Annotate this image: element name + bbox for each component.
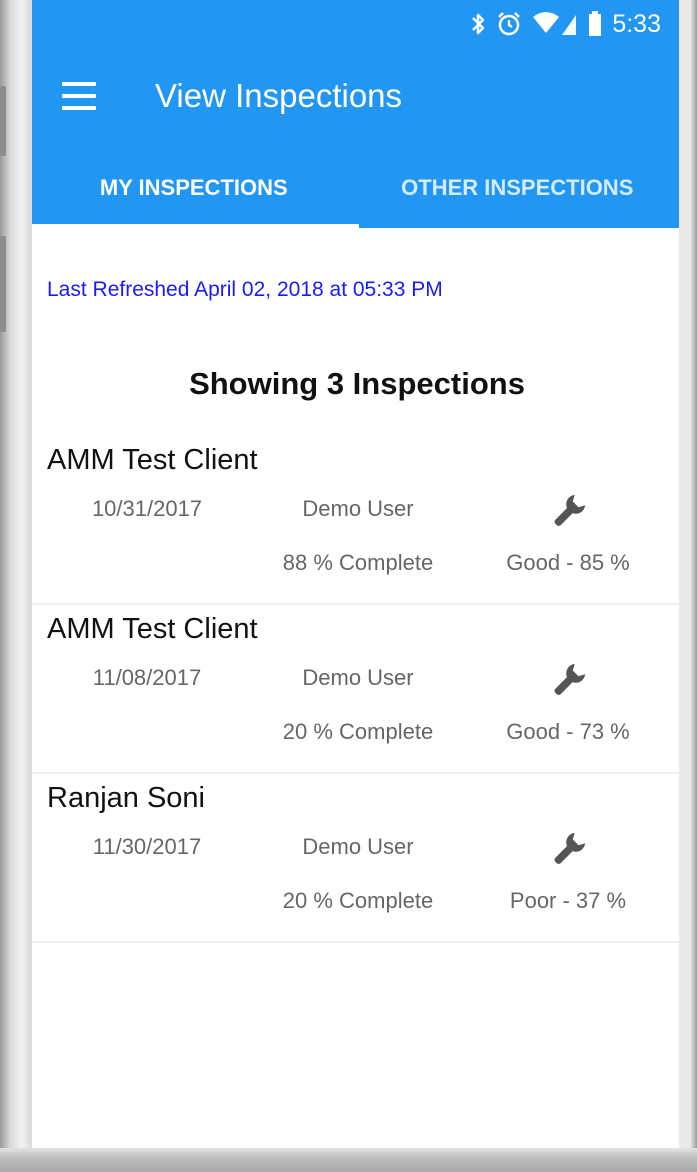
toolbar: View Inspections (32, 60, 679, 136)
inspections-count: Showing 3 Inspections (189, 366, 525, 401)
last-refreshed-text: Last Refreshed April 02, 2018 at 05:33 P… (47, 278, 443, 301)
app-bar: 5:33 View Inspections MY INSPECTIONS OTH… (32, 0, 679, 228)
client-name: Ranjan Soni (47, 782, 205, 814)
phone-bottom-bezel (0, 1148, 697, 1172)
completion-status: 20 % Complete (282, 888, 434, 913)
status-time: 5:33 (612, 9, 661, 38)
status-bar: 5:33 (470, 8, 661, 40)
inspection-item[interactable]: Ranjan Soni 11/30/2017 Demo User 20 % Co… (32, 774, 679, 943)
tab-indicator (32, 224, 359, 228)
client-name: AMM Test Client (47, 613, 258, 645)
inspection-rating: Poor - 37 % (509, 888, 627, 913)
completion-status: 88 % Complete (282, 550, 434, 575)
wrench-icon[interactable] (550, 661, 588, 699)
inspection-date: 10/31/2017 (91, 496, 203, 521)
page-title: View Inspections (155, 77, 403, 114)
inspection-date: 11/08/2017 (92, 665, 202, 690)
inspection-rating: Good - 85 % (506, 550, 630, 575)
power-button (0, 236, 6, 332)
volume-button (0, 86, 6, 156)
client-name: AMM Test Client (47, 444, 258, 476)
inspection-item[interactable]: AMM Test Client 11/08/2017 Demo User 20 … (32, 605, 679, 774)
wrench-icon[interactable] (550, 492, 588, 530)
signal-icon (533, 12, 577, 35)
alarm-icon (498, 12, 521, 36)
bluetooth-icon (472, 13, 485, 35)
inspection-list: AMM Test Client 10/31/2017 Demo User 88 … (32, 436, 679, 943)
tab-bar: MY INSPECTIONS OTHER INSPECTIONS (32, 150, 679, 228)
completion-status: 20 % Complete (282, 719, 434, 744)
tab-other-inspections[interactable]: OTHER INSPECTIONS (356, 150, 680, 228)
inspector-name: Demo User (302, 665, 414, 690)
wrench-icon[interactable] (550, 830, 588, 868)
inspection-item[interactable]: AMM Test Client 10/31/2017 Demo User 88 … (32, 436, 679, 605)
menu-icon[interactable] (62, 82, 96, 112)
inspection-rating: Good - 73 % (506, 719, 630, 744)
phone-screen: 5:33 View Inspections MY INSPECTIONS OTH… (32, 0, 679, 1148)
inspector-name: Demo User (302, 834, 414, 859)
inspector-name: Demo User (302, 496, 414, 521)
battery-icon (589, 11, 602, 36)
inspection-date: 11/30/2017 (92, 834, 202, 859)
tab-my-inspections[interactable]: MY INSPECTIONS (32, 150, 356, 228)
